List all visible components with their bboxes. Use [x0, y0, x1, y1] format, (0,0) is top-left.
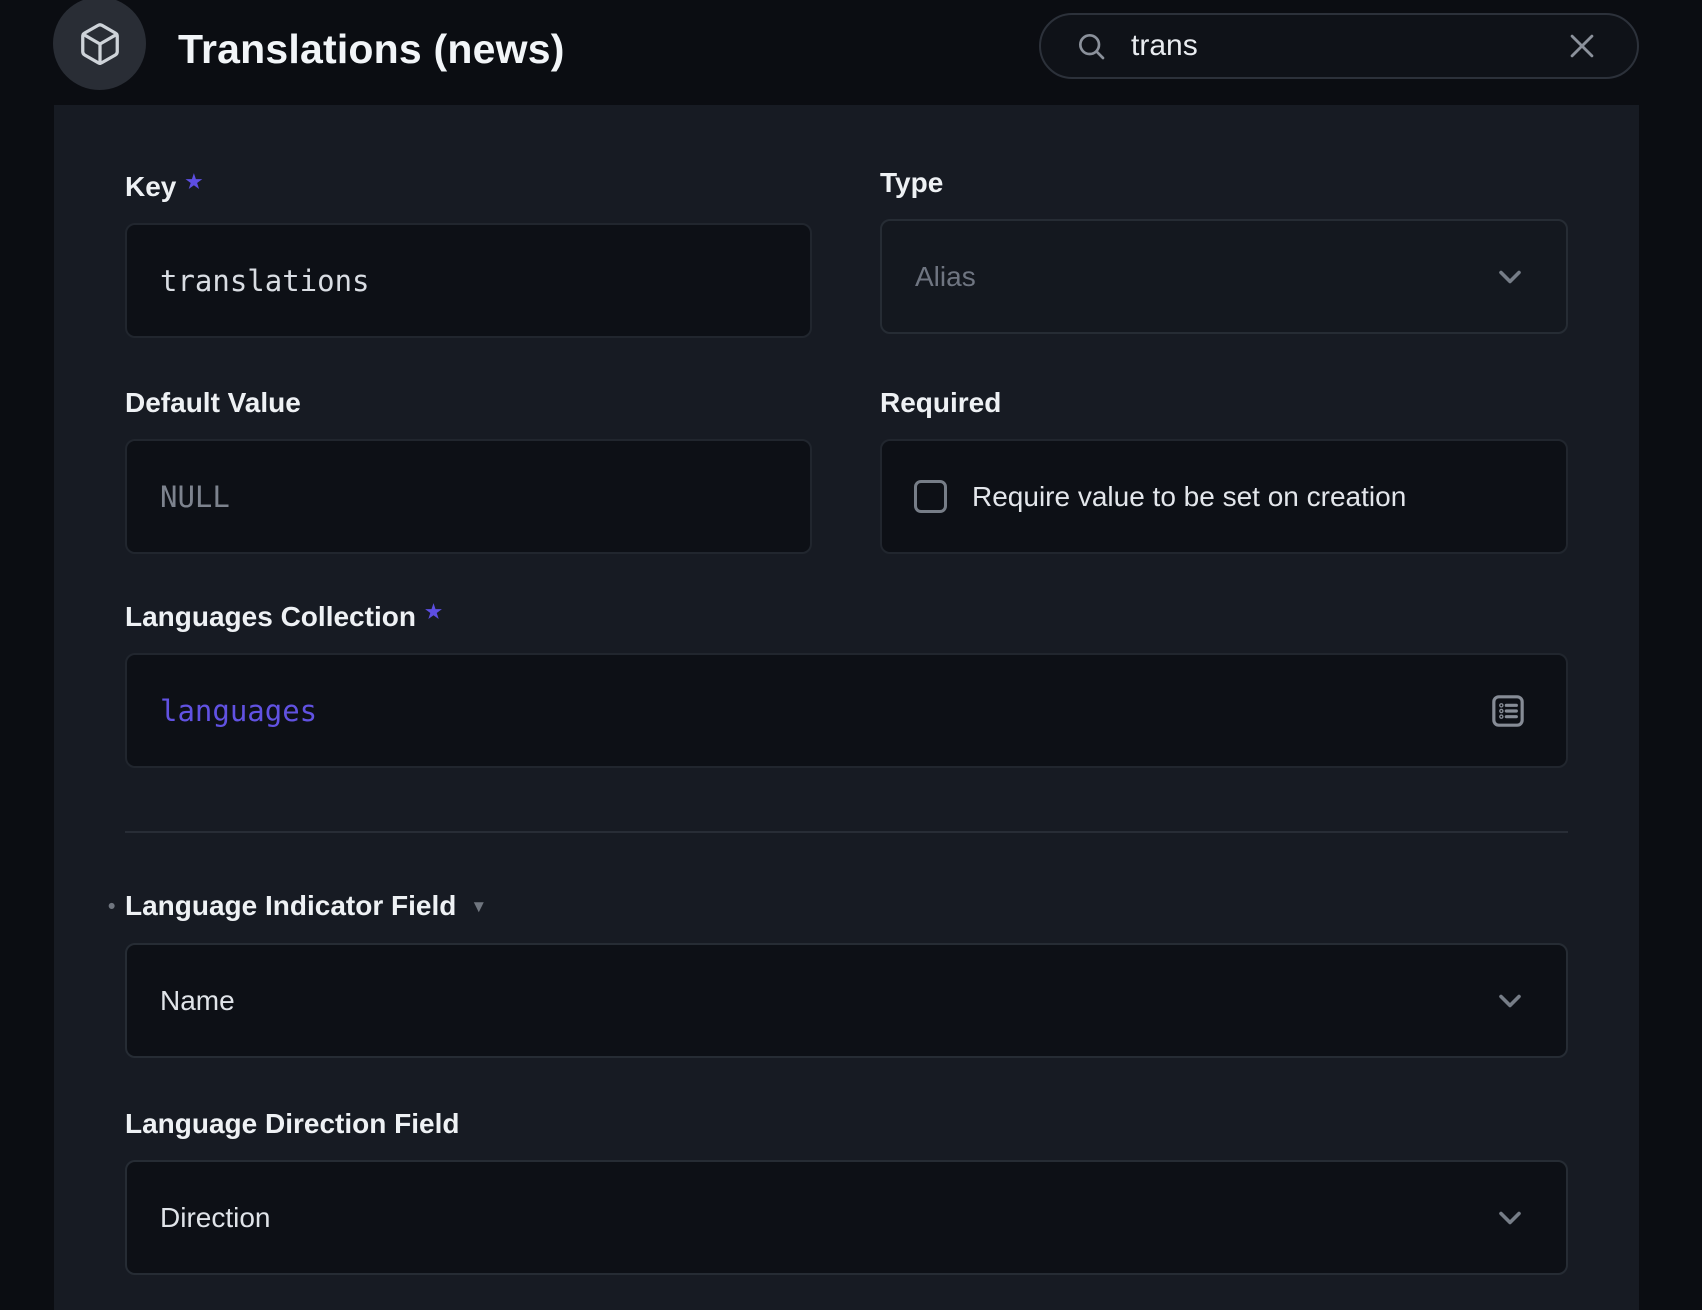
- type-field-group: Type Alias: [880, 165, 1568, 338]
- search-box[interactable]: [1039, 13, 1639, 79]
- key-input-wrap: [125, 223, 812, 338]
- language-direction-label: Language Direction Field: [125, 1106, 1568, 1141]
- key-input[interactable]: [127, 225, 810, 336]
- language-direction-select[interactable]: Direction: [125, 1160, 1568, 1275]
- field-type-avatar: [53, 0, 146, 90]
- search-icon: [1075, 30, 1107, 62]
- default-value-input-wrap: [125, 439, 812, 554]
- required-checkbox-label: Require value to be set on creation: [972, 481, 1406, 513]
- languages-collection-input[interactable]: [127, 655, 1566, 766]
- field-settings-panel: Key★ Type Alias Default Value Requir: [54, 105, 1639, 1310]
- chevron-down-icon: [1492, 983, 1528, 1019]
- language-direction-field-group: Language Direction Field Direction: [125, 1106, 1568, 1275]
- type-label: Type: [880, 165, 1568, 200]
- default-value-label: Default Value: [125, 385, 812, 420]
- required-star-icon: ★: [185, 172, 202, 193]
- languages-collection-label: Languages Collection★: [125, 595, 1568, 634]
- language-indicator-select[interactable]: Name: [125, 943, 1568, 1058]
- close-icon[interactable]: [1565, 29, 1599, 63]
- page-title: Translations (news): [178, 0, 565, 98]
- required-label: Required: [880, 385, 1568, 420]
- search-input[interactable]: [1131, 29, 1565, 63]
- language-indicator-label: •Language Indicator Field▼: [125, 888, 1568, 924]
- languages-collection-field-group: Languages Collection★: [125, 595, 1568, 768]
- triangle-down-icon[interactable]: ▼: [470, 897, 487, 916]
- chevron-down-icon: [1492, 1200, 1528, 1236]
- key-field-group: Key★: [125, 165, 812, 338]
- list-alt-icon[interactable]: [1488, 691, 1528, 731]
- default-value-input[interactable]: [127, 441, 810, 552]
- key-label: Key★: [125, 165, 812, 204]
- default-value-field-group: Default Value: [125, 385, 812, 554]
- required-star-icon: ★: [425, 602, 442, 623]
- type-select[interactable]: Alias: [880, 219, 1568, 334]
- language-indicator-field-group: •Language Indicator Field▼ Name: [125, 888, 1568, 1058]
- chevron-down-icon: [1492, 259, 1528, 295]
- languages-collection-input-wrap: [125, 653, 1568, 768]
- required-toggle-wrap: Require value to be set on creation: [880, 439, 1568, 554]
- required-checkbox[interactable]: [914, 480, 947, 513]
- section-divider: [125, 831, 1568, 833]
- language-indicator-select-value: Name: [127, 985, 235, 1017]
- type-select-value: Alias: [882, 261, 976, 293]
- box-cube-icon: [77, 21, 123, 67]
- required-field-group: Required Require value to be set on crea…: [880, 385, 1568, 554]
- drawer-header: Translations (news): [0, 0, 1702, 105]
- language-direction-select-value: Direction: [127, 1202, 270, 1234]
- modified-dot-icon: •: [108, 889, 115, 924]
